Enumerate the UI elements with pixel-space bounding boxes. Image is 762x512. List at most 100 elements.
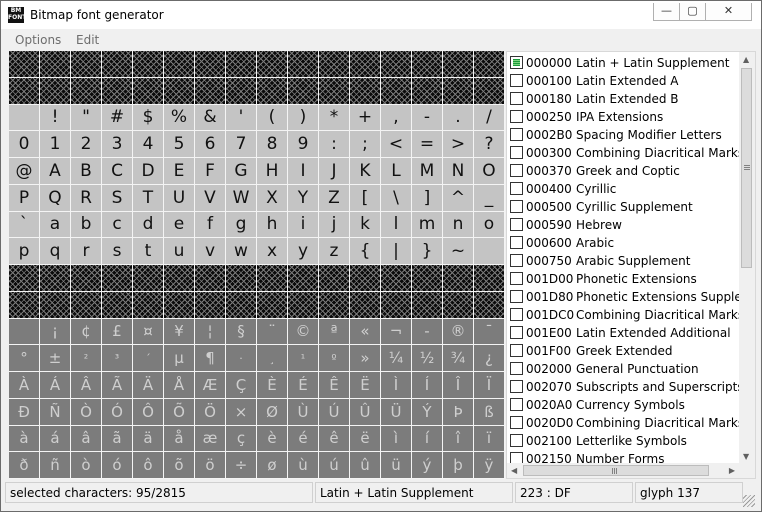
glyph-cell[interactable] bbox=[71, 291, 102, 319]
glyph-cell[interactable]: ê bbox=[319, 425, 350, 453]
glyph-cell[interactable] bbox=[195, 51, 226, 78]
glyph-cell[interactable]: w bbox=[226, 238, 257, 265]
glyph-cell[interactable]: l bbox=[381, 211, 412, 239]
glyph-cell[interactable]: H bbox=[257, 158, 288, 185]
glyph-cell[interactable]: _ bbox=[474, 184, 505, 212]
maximize-button[interactable]: ▢ bbox=[679, 3, 706, 21]
horizontal-scrollbar[interactable]: ◀ ▶ bbox=[507, 463, 739, 478]
glyph-cell[interactable]: ð bbox=[9, 452, 40, 479]
glyph-cell[interactable]: ) bbox=[288, 104, 319, 132]
minimize-button[interactable]: — bbox=[653, 3, 680, 21]
glyph-cell[interactable]: - bbox=[412, 104, 443, 132]
block-checkbox[interactable] bbox=[510, 308, 523, 321]
glyph-cell[interactable]: o bbox=[474, 211, 505, 239]
glyph-cell[interactable] bbox=[319, 77, 350, 105]
glyph-cell[interactable]: ù bbox=[288, 452, 319, 479]
glyph-cell[interactable]: W bbox=[226, 184, 257, 212]
glyph-cell[interactable] bbox=[9, 77, 40, 105]
glyph-cell[interactable]: Î bbox=[443, 372, 474, 399]
glyph-cell[interactable]: [ bbox=[350, 184, 381, 212]
block-checkbox[interactable] bbox=[510, 182, 523, 195]
glyph-cell[interactable]: ó bbox=[102, 452, 133, 479]
glyph-cell[interactable]: : bbox=[319, 131, 350, 158]
glyph-cell[interactable]: p bbox=[9, 238, 40, 265]
glyph-cell[interactable]: ® bbox=[443, 318, 474, 346]
glyph-cell[interactable]: § bbox=[226, 318, 257, 346]
glyph-cell[interactable]: Ø bbox=[257, 398, 288, 426]
glyph-cell[interactable]: ã bbox=[102, 425, 133, 453]
block-checkbox[interactable] bbox=[510, 290, 523, 303]
glyph-cell[interactable]: Í bbox=[412, 372, 443, 399]
glyph-cell[interactable]: | bbox=[381, 238, 412, 265]
block-list-item[interactable]: 000500 Cyrillic Supplement bbox=[507, 198, 739, 216]
glyph-cell[interactable]: ø bbox=[257, 452, 288, 479]
glyph-cell[interactable]: 1 bbox=[40, 131, 71, 158]
glyph-cell[interactable]: h bbox=[257, 211, 288, 239]
glyph-cell[interactable] bbox=[350, 265, 381, 292]
glyph-cell[interactable] bbox=[195, 291, 226, 319]
glyph-cell[interactable]: ç bbox=[226, 425, 257, 453]
glyph-cell[interactable]: ü bbox=[381, 452, 412, 479]
glyph-cell[interactable]: è bbox=[257, 425, 288, 453]
glyph-cell[interactable]: ½ bbox=[412, 345, 443, 372]
glyph-cell[interactable]: þ bbox=[443, 452, 474, 479]
glyph-cell[interactable]: @ bbox=[9, 158, 40, 185]
block-checkbox[interactable] bbox=[510, 200, 523, 213]
glyph-cell[interactable]: N bbox=[443, 158, 474, 185]
glyph-cell[interactable]: # bbox=[102, 104, 133, 132]
glyph-cell[interactable]: ý bbox=[412, 452, 443, 479]
glyph-cell[interactable]: K bbox=[350, 158, 381, 185]
glyph-cell[interactable]: 4 bbox=[133, 131, 164, 158]
block-checkbox[interactable] bbox=[510, 128, 523, 141]
block-list-item[interactable]: 002100 Letterlike Symbols bbox=[507, 432, 739, 450]
glyph-cell[interactable] bbox=[133, 291, 164, 319]
glyph-cell[interactable]: f bbox=[195, 211, 226, 239]
glyph-cell[interactable]: i bbox=[288, 211, 319, 239]
glyph-cell[interactable]: a bbox=[40, 211, 71, 239]
glyph-cell[interactable]: ¿ bbox=[474, 345, 505, 372]
block-list-item[interactable]: 000100 Latin Extended A bbox=[507, 72, 739, 90]
glyph-cell[interactable]: * bbox=[319, 104, 350, 132]
glyph-cell[interactable] bbox=[133, 265, 164, 292]
glyph-cell[interactable]: < bbox=[381, 131, 412, 158]
glyph-cell[interactable]: ë bbox=[350, 425, 381, 453]
glyph-cell[interactable]: Q bbox=[40, 184, 71, 212]
glyph-cell[interactable] bbox=[257, 291, 288, 319]
glyph-cell[interactable] bbox=[195, 265, 226, 292]
glyph-cell[interactable]: Õ bbox=[164, 398, 195, 426]
glyph-cell[interactable]: L bbox=[381, 158, 412, 185]
vertical-scroll-thumb[interactable] bbox=[741, 68, 752, 268]
glyph-cell[interactable]: P bbox=[9, 184, 40, 212]
glyph-cell[interactable] bbox=[381, 77, 412, 105]
block-checkbox[interactable] bbox=[510, 380, 523, 393]
block-list-item[interactable]: 0020D0 Combining Diacritical Marks bbox=[507, 414, 739, 432]
glyph-cell[interactable]: Ö bbox=[195, 398, 226, 426]
glyph-cell[interactable]: ¸ bbox=[257, 345, 288, 372]
glyph-cell[interactable]: ] bbox=[412, 184, 443, 212]
glyph-cell[interactable] bbox=[71, 51, 102, 78]
glyph-cell[interactable]: k bbox=[350, 211, 381, 239]
glyph-cell[interactable]: u bbox=[164, 238, 195, 265]
glyph-cell[interactable]: ´ bbox=[133, 345, 164, 372]
block-list-item[interactable]: 000400 Cyrillic bbox=[507, 180, 739, 198]
glyph-cell[interactable]: z bbox=[319, 238, 350, 265]
glyph-cell[interactable] bbox=[288, 291, 319, 319]
glyph-cell[interactable] bbox=[412, 291, 443, 319]
glyph-cell[interactable] bbox=[319, 51, 350, 78]
glyph-cell[interactable]: Ç bbox=[226, 372, 257, 399]
block-list-item[interactable]: 002150 Number Forms bbox=[507, 450, 739, 463]
glyph-cell[interactable] bbox=[257, 77, 288, 105]
glyph-cell[interactable]: ú bbox=[319, 452, 350, 479]
block-checkbox[interactable] bbox=[510, 164, 523, 177]
glyph-cell[interactable]: ä bbox=[133, 425, 164, 453]
glyph-cell[interactable]: ì bbox=[381, 425, 412, 453]
glyph-cell[interactable]: Ï bbox=[474, 372, 505, 399]
menu-edit[interactable]: Edit bbox=[76, 33, 99, 47]
glyph-cell[interactable]: x bbox=[257, 238, 288, 265]
glyph-cell[interactable]: ? bbox=[474, 131, 505, 158]
glyph-cell[interactable]: « bbox=[350, 318, 381, 346]
glyph-cell[interactable]: D bbox=[133, 158, 164, 185]
glyph-cell[interactable]: à bbox=[9, 425, 40, 453]
glyph-cell[interactable]: ( bbox=[257, 104, 288, 132]
glyph-cell[interactable]: ¡ bbox=[40, 318, 71, 346]
